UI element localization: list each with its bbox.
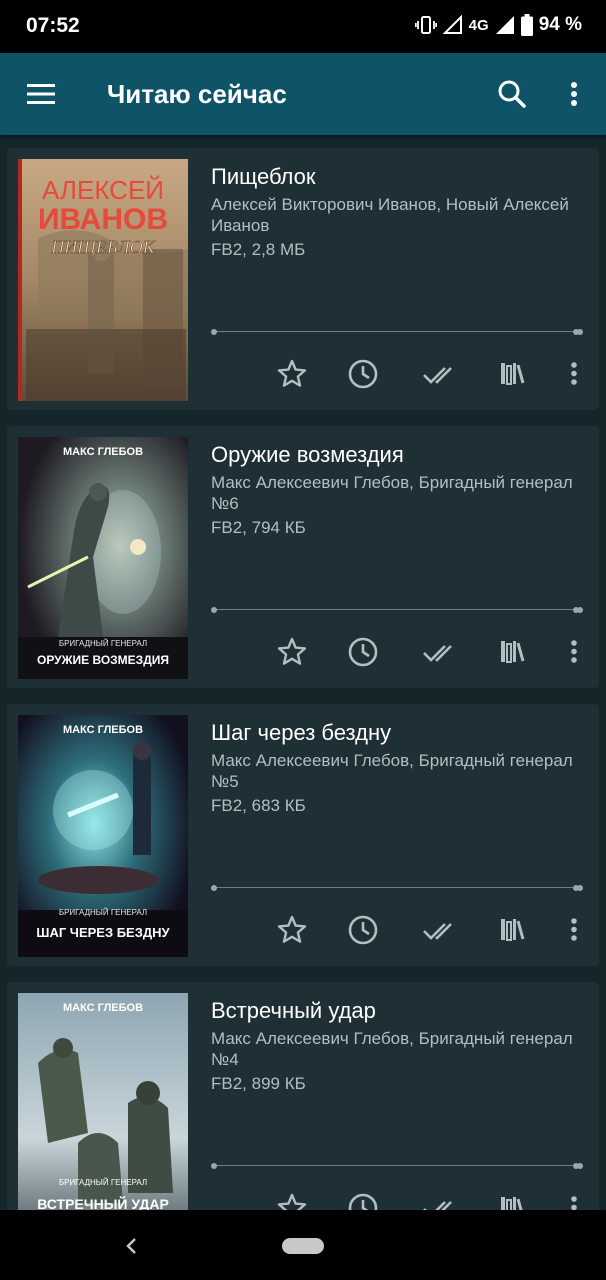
signal-icon: [442, 15, 462, 34]
clock-icon[interactable]: [343, 354, 383, 394]
cover-text: МАКС ГЛЕБОВ: [63, 446, 143, 458]
book-card[interactable]: МАКС ГЛЕБОВ БРИГАДНЫЙ ГЕНЕРАЛ ОРУЖИЕ ВОЗ…: [7, 426, 599, 688]
search-icon[interactable]: [492, 75, 532, 115]
signal-full-icon: [495, 16, 514, 34]
book-cover[interactable]: АЛЕКСЕЙ ИВАНОВ ПИЩЕБЛОК: [18, 159, 188, 401]
status-indicators: 4G 94 %: [414, 14, 582, 36]
double-check-icon[interactable]: [421, 354, 461, 394]
cover-text: ШАГ ЧЕРЕЗ БЕЗДНУ: [36, 925, 170, 940]
book-cover[interactable]: МАКС ГЛЕБОВ БРИГАДНЫЙ ГЕНЕРАЛ ОРУЖИЕ ВОЗ…: [18, 437, 188, 679]
app-bar: Читаю сейчас: [0, 53, 606, 135]
reading-progress: [211, 1161, 583, 1171]
book-author: Макс Алексеевич Глебов, Бригадный генера…: [211, 473, 573, 513]
cover-text: БРИГАДНЫЙ ГЕНЕРАЛ: [59, 908, 147, 917]
status-time: 07:52: [26, 14, 80, 37]
reading-progress: [211, 883, 583, 893]
bookshelf-icon[interactable]: [492, 1188, 532, 1210]
more-vert-icon[interactable]: [554, 354, 594, 394]
book-actions: [211, 354, 591, 394]
clock-icon[interactable]: [343, 910, 383, 950]
book-title: Пищеблок: [211, 164, 316, 189]
clock-icon[interactable]: [343, 632, 383, 672]
cover-text: ОРУЖИЕ ВОЗМЕЗДИЯ: [37, 653, 169, 667]
book-author: Алексей Викторович Иванов, Новый Алексей…: [211, 195, 569, 235]
book-card[interactable]: МАКС ГЛЕБОВ БРИГАДНЫЙ ГЕНЕРАЛ ВСТРЕЧНЫЙ …: [7, 982, 599, 1210]
cover-text: БРИГАДНЫЙ ГЕНЕРАЛ: [59, 1178, 147, 1187]
double-check-icon[interactable]: [421, 1188, 461, 1210]
more-vert-icon[interactable]: [554, 1188, 594, 1210]
book-format-size: FB2, 2,8 МБ: [211, 240, 306, 259]
more-vert-icon[interactable]: [554, 910, 594, 950]
battery-level: 94 %: [538, 14, 582, 35]
book-title: Оружие возмездия: [211, 442, 404, 467]
book-actions: [211, 632, 591, 672]
book-card[interactable]: АЛЕКСЕЙ ИВАНОВ ПИЩЕБЛОК Пищеблок Алексей…: [7, 148, 599, 410]
cover-text: МАКС ГЛЕБОВ: [63, 724, 143, 736]
cover-text: ВСТРЕЧНЫЙ УДАР: [37, 1195, 169, 1210]
bookshelf-icon[interactable]: [492, 632, 532, 672]
book-format-size: FB2, 683 КБ: [211, 796, 306, 815]
more-vert-icon[interactable]: [557, 75, 591, 115]
battery-icon: [520, 14, 533, 36]
back-icon[interactable]: [120, 1234, 144, 1258]
cover-text: ПИЩЕБЛОК: [50, 237, 156, 257]
star-outline-icon[interactable]: [272, 1188, 312, 1210]
bookshelf-icon[interactable]: [492, 354, 532, 394]
hamburger-icon[interactable]: [20, 76, 62, 112]
vibrate-icon: [414, 16, 437, 34]
book-title: Встречный удар: [211, 998, 376, 1023]
home-pill[interactable]: [282, 1238, 324, 1254]
book-list[interactable]: АЛЕКСЕЙ ИВАНОВ ПИЩЕБЛОК Пищеблок Алексей…: [0, 135, 606, 1210]
cover-text: БРИГАДНЫЙ ГЕНЕРАЛ: [59, 639, 147, 648]
reading-progress: [211, 605, 583, 615]
book-cover[interactable]: МАКС ГЛЕБОВ БРИГАДНЫЙ ГЕНЕРАЛ ШАГ ЧЕРЕЗ …: [18, 715, 188, 957]
page-title: Читаю сейчас: [107, 79, 287, 109]
more-vert-icon[interactable]: [554, 632, 594, 672]
cover-text: АЛЕКСЕЙ: [42, 175, 164, 205]
network-type: 4G: [468, 16, 489, 34]
star-outline-icon[interactable]: [272, 354, 312, 394]
system-nav-bar: [0, 1210, 606, 1280]
status-bar: 07:52 4G 94 %: [0, 0, 606, 53]
book-format-size: FB2, 794 КБ: [211, 518, 306, 537]
clock-icon[interactable]: [343, 1188, 383, 1210]
book-card[interactable]: МАКС ГЛЕБОВ БРИГАДНЫЙ ГЕНЕРАЛ ШАГ ЧЕРЕЗ …: [7, 704, 599, 966]
book-actions: [211, 1188, 591, 1210]
double-check-icon[interactable]: [421, 910, 461, 950]
book-author: Макс Алексеевич Глебов, Бригадный генера…: [211, 751, 573, 791]
bookshelf-icon[interactable]: [492, 910, 532, 950]
book-format-size: FB2, 899 КБ: [211, 1074, 306, 1093]
book-author: Макс Алексеевич Глебов, Бригадный генера…: [211, 1029, 573, 1069]
book-cover[interactable]: МАКС ГЛЕБОВ БРИГАДНЫЙ ГЕНЕРАЛ ВСТРЕЧНЫЙ …: [18, 993, 188, 1210]
cover-text: МАКС ГЛЕБОВ: [63, 1002, 143, 1014]
book-actions: [211, 910, 591, 950]
reading-progress: [211, 327, 583, 337]
star-outline-icon[interactable]: [272, 632, 312, 672]
double-check-icon[interactable]: [421, 632, 461, 672]
star-outline-icon[interactable]: [272, 910, 312, 950]
cover-text: ИВАНОВ: [38, 203, 168, 236]
book-title: Шаг через бездну: [211, 720, 392, 745]
